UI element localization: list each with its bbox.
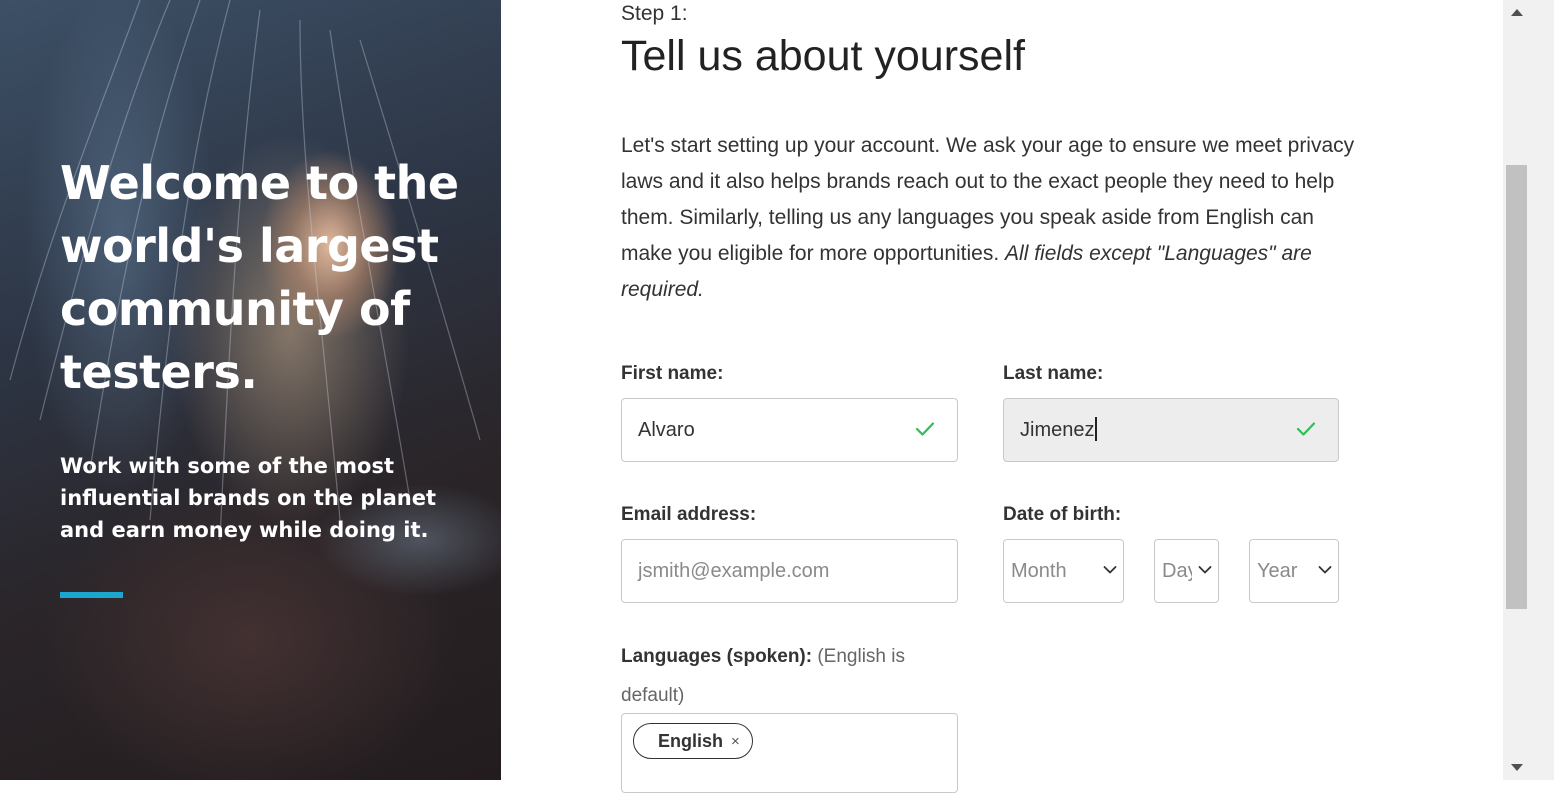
page-title: Tell us about yourself (621, 32, 1025, 80)
text-cursor (1095, 416, 1098, 441)
check-icon (915, 422, 935, 436)
first-name-value: Alvaro (638, 419, 695, 441)
languages-label: Languages (spoken): (English is (621, 645, 905, 669)
page-scrollbar[interactable] (1503, 0, 1554, 780)
dob-day-select[interactable]: Day (1154, 539, 1219, 603)
hero-panel: Welcome to the world's largest community… (0, 0, 501, 780)
languages-label-text: Languages (spoken): (621, 646, 813, 667)
last-name-value-wrap: Jimenez (1020, 399, 1098, 461)
dob-year-value: Year (1257, 560, 1298, 582)
last-name-value: Jimenez (1020, 419, 1095, 441)
dob-month-value: Month (1011, 560, 1067, 582)
hero-subtitle: Work with some of the most influential b… (60, 454, 436, 542)
dob-month-select[interactable]: Month (1003, 539, 1124, 603)
last-name-field[interactable]: Jimenez (1003, 398, 1339, 462)
dob-day-value: Day (1162, 560, 1192, 582)
last-name-label: Last name: (1003, 363, 1104, 384)
first-name-label: First name: (621, 363, 724, 384)
hero-title: Welcome to the world's largest community… (60, 156, 459, 399)
language-chip-label: English (658, 730, 724, 751)
languages-hint-cont: default) (621, 684, 684, 708)
chevron-down-icon (1103, 566, 1117, 574)
scroll-up-arrow-icon[interactable] (1511, 9, 1523, 16)
chevron-down-icon (1198, 566, 1212, 574)
dob-label: Date of birth: (1003, 504, 1122, 525)
first-name-field[interactable]: Alvaro (621, 398, 958, 462)
scroll-thumb[interactable] (1506, 165, 1527, 609)
scroll-down-arrow-icon[interactable] (1511, 764, 1523, 771)
email-field[interactable]: jsmith@example.com (621, 539, 958, 603)
check-icon (1296, 422, 1316, 436)
close-icon[interactable]: × (731, 733, 740, 750)
languages-hint: (English is (817, 646, 906, 667)
language-chip: English × (633, 723, 753, 759)
languages-multiselect[interactable]: English × (621, 713, 958, 793)
step-label: Step 1: (621, 2, 688, 25)
chevron-down-icon (1318, 566, 1332, 574)
email-label: Email address: (621, 504, 757, 525)
intro-text: Let's start setting up your account. We … (621, 128, 1366, 308)
languages-hint-line2: default) (621, 685, 685, 706)
dob-year-select[interactable]: Year (1249, 539, 1339, 603)
email-placeholder: jsmith@example.com (638, 560, 830, 582)
hero-accent-bar (60, 592, 123, 598)
